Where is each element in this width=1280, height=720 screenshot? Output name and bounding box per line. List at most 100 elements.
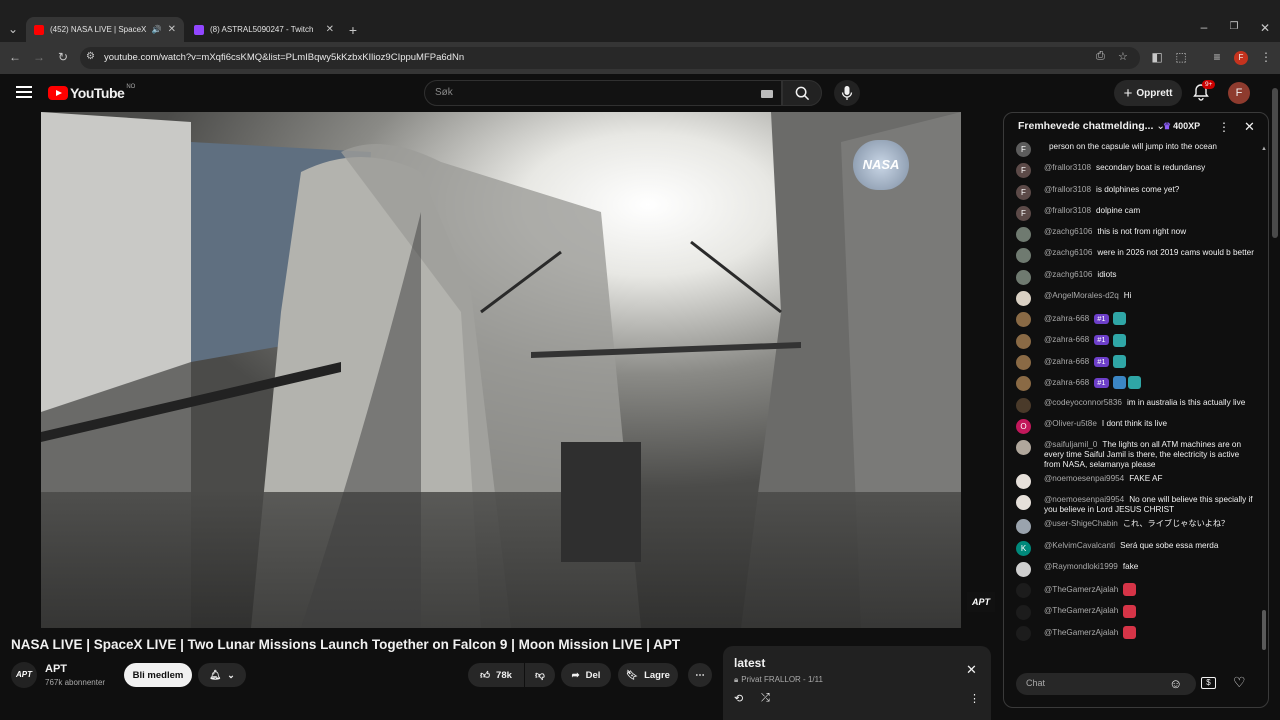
chat-author-avatar[interactable] — [1016, 604, 1031, 620]
chat-author-name[interactable]: @codeyoconnor5836 — [1044, 398, 1122, 407]
loop-icon[interactable]: ⟲ — [734, 692, 743, 705]
chat-author-name[interactable]: @noemoesenpai9954 — [1044, 474, 1124, 483]
chat-message[interactable]: @TheGamerzAjalah — [1010, 603, 1258, 624]
chat-author-name[interactable]: @frallor3108 — [1044, 163, 1091, 172]
video-player[interactable]: NASA — [41, 112, 961, 628]
playlist-title[interactable]: latest — [734, 656, 765, 670]
dislike-button[interactable]: 👎︎ — [525, 663, 555, 687]
extensions-puzzle-icon[interactable]: ⬚ — [1172, 50, 1190, 64]
chat-author-avatar[interactable]: F — [1016, 184, 1031, 200]
chat-message[interactable]: F @frallor3108 is dolphines come yet? — [1010, 183, 1258, 204]
chat-message[interactable]: @zahra-668 #1 — [1010, 332, 1258, 353]
channel-avatar[interactable]: APT — [11, 662, 37, 688]
bookmark-star-icon[interactable]: ☆ — [1118, 50, 1128, 63]
chat-message[interactable]: Fperson on the capsule will jump into th… — [1010, 140, 1258, 161]
chat-message[interactable]: F @frallor3108 dolpine cam — [1010, 204, 1258, 225]
chat-message[interactable]: @zachg6106 idiots — [1010, 268, 1258, 289]
channel-watermark[interactable]: APT — [967, 592, 995, 612]
chat-author-avatar[interactable] — [1016, 354, 1031, 370]
playlist-menu-icon[interactable]: ⋮ — [969, 692, 980, 705]
close-tab-icon[interactable]: ✕ — [326, 24, 334, 35]
shuffle-icon[interactable]: ⤮ — [761, 692, 770, 705]
chat-author-name[interactable]: @frallor3108 — [1044, 185, 1091, 194]
chat-author-name[interactable]: @noemoesenpai9954 — [1044, 495, 1124, 504]
chat-author-name[interactable]: @Raymondloki1999 — [1044, 562, 1118, 571]
chat-author-name[interactable]: @TheGamerzAjalah — [1044, 606, 1118, 615]
chat-message[interactable]: @noemoesenpai9954 FAKE AF — [1010, 472, 1258, 493]
chat-author-avatar[interactable] — [1016, 625, 1031, 641]
chat-author-avatar[interactable] — [1016, 227, 1031, 243]
chat-author-name[interactable]: @Oliver-u5t8e — [1044, 419, 1097, 428]
account-avatar[interactable]: F — [1228, 82, 1250, 104]
chat-author-avatar[interactable] — [1016, 376, 1031, 392]
chat-author-avatar[interactable] — [1016, 474, 1031, 490]
chat-message[interactable]: @TheGamerzAjalah — [1010, 624, 1258, 645]
join-button[interactable]: Bli medlem — [124, 663, 192, 687]
tab-twitch[interactable]: (8) ASTRAL5090247 - Twitch ✕ — [186, 17, 342, 42]
chat-message[interactable]: F @frallor3108 secondary boat is redundans… — [1010, 161, 1258, 182]
chat-author-name[interactable]: @TheGamerzAjalah — [1044, 585, 1118, 594]
chat-message[interactable]: @saifuljamil_0 The lights on all ATM mach… — [1010, 438, 1258, 472]
restore-icon[interactable]: ❐ — [1225, 21, 1243, 32]
notifications-button[interactable]: 9+ — [1192, 80, 1216, 103]
tab-youtube[interactable]: (452) NASA LIVE | SpaceX LI 🔊 ✕ — [26, 17, 184, 42]
super-chat-icon[interactable]: $ — [1201, 677, 1216, 689]
chat-author-avatar[interactable] — [1016, 495, 1031, 511]
close-tab-icon[interactable]: ✕ — [168, 24, 176, 35]
chat-author-avatar[interactable] — [1016, 312, 1031, 328]
close-window-icon[interactable]: ✕ — [1256, 21, 1274, 35]
chat-menu-icon[interactable]: ⋮ — [1218, 120, 1230, 134]
chat-message[interactable]: @zachg6106 were in 2026 not 2019 cams wou… — [1010, 246, 1258, 267]
chat-author-name[interactable]: @zachg6106 — [1044, 270, 1092, 279]
profile-avatar[interactable]: F — [1234, 51, 1248, 65]
keyboard-icon[interactable] — [761, 90, 773, 98]
chat-author-name[interactable]: @saifuljamil_0 — [1044, 440, 1097, 449]
emoji-picker-icon[interactable]: ☺ — [1169, 676, 1182, 691]
extension-icon[interactable]: ◧ — [1148, 50, 1166, 64]
search-input[interactable]: Søk — [424, 80, 782, 106]
like-button[interactable]: 👍︎ 78k — [468, 663, 524, 687]
new-tab-icon[interactable]: + — [344, 22, 362, 38]
chat-author-name[interactable]: @zahra-668 — [1044, 314, 1089, 323]
chat-author-name[interactable]: @frallor3108 — [1044, 206, 1091, 215]
chat-author-name[interactable]: @zachg6106 — [1044, 227, 1092, 236]
chat-author-name[interactable]: @TheGamerzAjalah — [1044, 628, 1118, 637]
site-info-icon[interactable]: ⚙ — [86, 51, 95, 62]
back-icon[interactable]: ← — [6, 50, 24, 64]
install-app-icon[interactable]: ⎙ — [1096, 50, 1105, 63]
chat-author-avatar[interactable] — [1016, 440, 1031, 456]
chat-author-avatar[interactable] — [1016, 269, 1031, 285]
chat-message[interactable]: @zahra-668 #1 — [1010, 374, 1258, 395]
close-playlist-icon[interactable]: ✕ — [966, 662, 977, 678]
close-chat-icon[interactable]: ✕ — [1244, 119, 1255, 135]
chat-message[interactable]: @zahra-668 #1 — [1010, 353, 1258, 374]
chat-author-name[interactable]: @AngelMorales-d2q — [1044, 291, 1119, 300]
minimize-icon[interactable]: – — [1195, 20, 1213, 34]
channel-name[interactable]: APT — [45, 663, 67, 675]
chat-author-name[interactable]: @zahra-668 — [1044, 378, 1089, 387]
chat-scrollbar[interactable] — [1262, 610, 1266, 650]
notification-bell-dropdown[interactable]: 🔔︎ ⌄ — [198, 663, 246, 687]
chat-author-avatar[interactable]: F — [1016, 142, 1031, 157]
chat-message[interactable]: O @Oliver-u5t8e I dont think its live — [1010, 417, 1258, 438]
chat-author-avatar[interactable] — [1016, 583, 1031, 599]
chat-author-avatar[interactable] — [1016, 333, 1031, 349]
chat-message[interactable]: @zahra-668 #1 — [1010, 310, 1258, 331]
chat-author-name[interactable]: @zahra-668 — [1044, 335, 1089, 344]
chat-author-avatar[interactable]: O — [1016, 418, 1031, 434]
more-actions-button[interactable]: ⋯ — [688, 663, 712, 687]
forward-icon[interactable]: → — [30, 50, 48, 64]
chat-author-avatar[interactable]: F — [1016, 163, 1031, 179]
chat-message[interactable]: @AngelMorales-d2q Hi — [1010, 289, 1258, 310]
tab-search-chevron-icon[interactable]: ⌄ — [4, 22, 22, 36]
page-scrollbar[interactable] — [1272, 88, 1278, 238]
chat-message[interactable]: @TheGamerzAjalah — [1010, 581, 1258, 602]
share-button[interactable]: ➦ Del — [561, 663, 611, 687]
chat-message[interactable]: K @KelvimCavalcanti Será que sobe essa mer… — [1010, 539, 1258, 560]
hamburger-menu-icon[interactable] — [16, 86, 32, 98]
chat-author-avatar[interactable] — [1016, 519, 1031, 535]
search-button[interactable] — [782, 80, 822, 106]
chat-message[interactable]: @user-ShigeChabin これ、ライブじゃないよね？ — [1010, 517, 1258, 538]
create-button[interactable]: + Opprett — [1114, 80, 1182, 106]
chat-author-name[interactable]: @zachg6106 — [1044, 248, 1092, 257]
